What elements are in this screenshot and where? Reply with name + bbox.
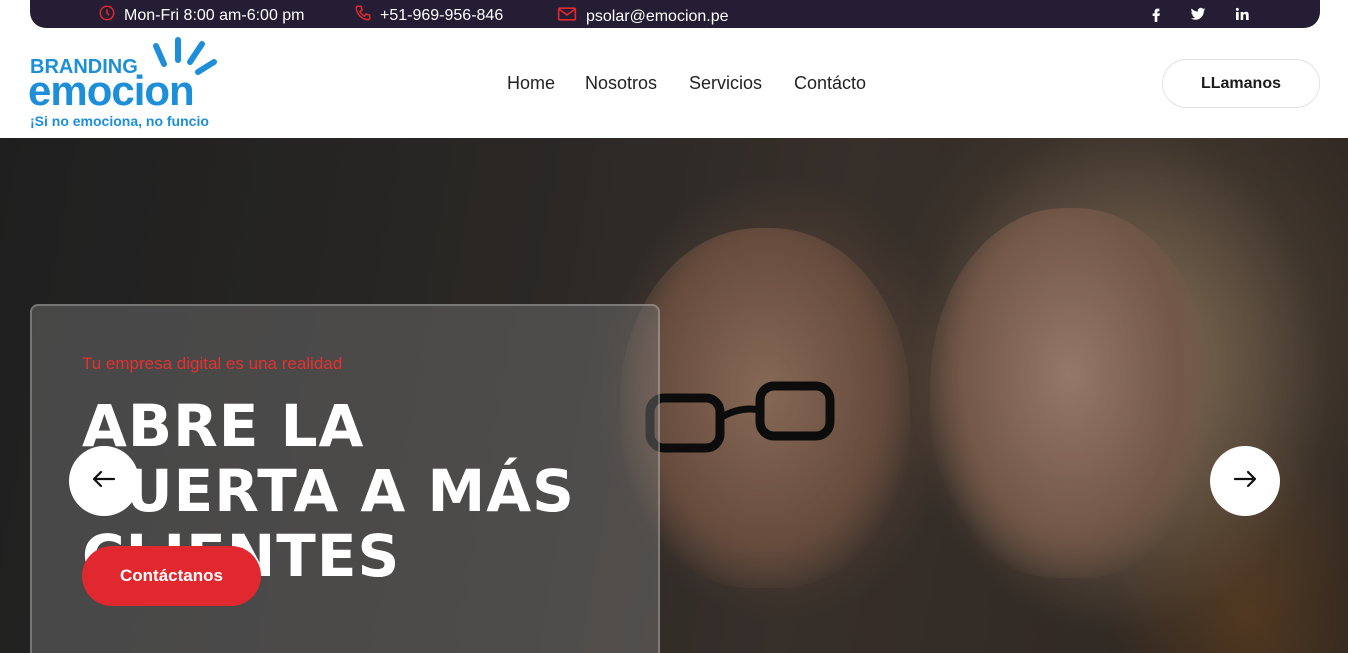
arrow-left-icon (89, 464, 119, 499)
contact-cta-button[interactable]: Contáctanos (82, 546, 261, 606)
email-text: psolar@emocion.pe (586, 7, 729, 25)
phone-icon (354, 4, 372, 27)
top-info-bar: Mon-Fri 8:00 am-6:00 pm +51-969-956-846 … (30, 0, 1320, 28)
twitter-icon[interactable] (1188, 4, 1208, 24)
hero-eyebrow: Tu empresa digital es una realidad (82, 354, 343, 373)
facebook-icon[interactable] (1146, 4, 1166, 24)
phone-info[interactable]: +51-969-956-846 (354, 4, 503, 27)
phone-text: +51-969-956-846 (380, 6, 504, 24)
site-header: BRANDING emocion ¡Si no emociona, no fun… (0, 28, 1348, 138)
hours-text: Mon-Fri 8:00 am-6:00 pm (124, 6, 305, 24)
clock-icon (98, 4, 116, 27)
email-info[interactable]: psolar@emocion.pe (556, 4, 729, 29)
brand-logo[interactable]: BRANDING emocion ¡Si no emociona, no fun… (28, 36, 220, 132)
nav-home[interactable]: Home (507, 73, 555, 94)
nav-contacto[interactable]: Contácto (794, 73, 866, 94)
nav-servicios[interactable]: Servicios (689, 73, 762, 94)
arrow-right-icon (1230, 464, 1260, 499)
nav-nosotros[interactable]: Nosotros (585, 73, 657, 94)
logo-main-text: emocion (28, 67, 195, 114)
linkedin-icon[interactable] (1232, 4, 1252, 24)
slider-prev-button[interactable] (69, 446, 139, 516)
logo-tagline: ¡Si no emociona, no funcio (30, 113, 209, 129)
call-button[interactable]: LLamanos (1162, 59, 1320, 108)
mail-icon (556, 4, 578, 29)
hero-banner: Tu empresa digital es una realidad ABRE … (0, 138, 1348, 653)
hours-info: Mon-Fri 8:00 am-6:00 pm (98, 4, 305, 27)
slider-next-button[interactable] (1210, 446, 1280, 516)
